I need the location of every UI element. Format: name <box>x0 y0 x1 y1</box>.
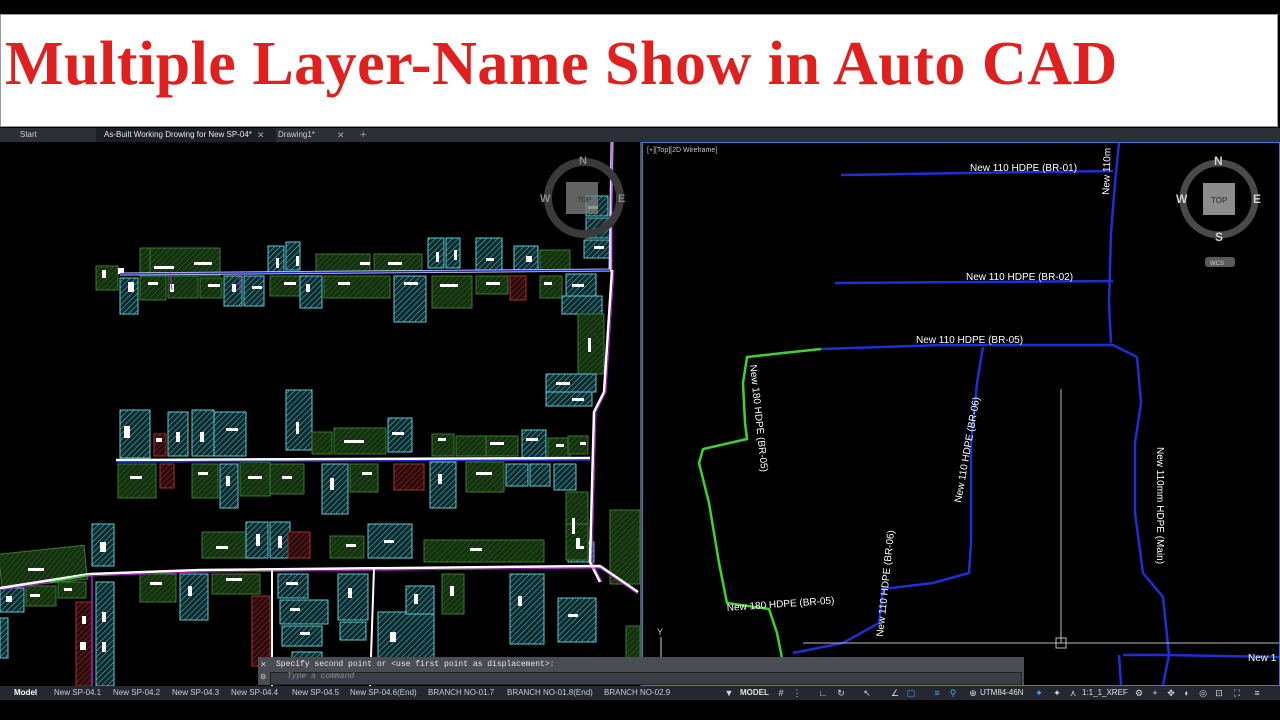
command-line[interactable]: ✕ Specify second point or <use first poi… <box>258 657 1024 685</box>
tab-as-built-drawing[interactable]: As-Built Working Drowing for New SP-04* <box>96 128 276 142</box>
close-icon[interactable]: ✕ <box>337 128 345 142</box>
label-br06-lower: New 110 HDPE (BR-06) <box>875 530 897 638</box>
right-cube-label: TOP <box>1211 196 1227 205</box>
right-compass-n: N <box>1214 154 1223 168</box>
layout-tab[interactable]: New SP-04.1 <box>54 686 101 700</box>
coordinate-system[interactable]: UTM84-46N <box>980 686 1024 700</box>
layout-tab[interactable]: New SP-04.6(End) <box>350 686 417 700</box>
right-compass-w: W <box>1176 192 1188 206</box>
hardware-acceleration-icon[interactable]: ◐ <box>1182 688 1192 698</box>
ortho-icon[interactable]: ∟ <box>818 688 828 698</box>
label-br05-180-bottom: New 180 HDPE (BR-05) <box>726 595 834 613</box>
command-input[interactable]: Type a command <box>270 672 1022 685</box>
new-tab-plus-icon[interactable]: + <box>360 128 366 142</box>
model-space-toggle[interactable]: MODEL <box>740 686 769 700</box>
label-main: New 110mm HDPE (Main) <box>1154 447 1165 564</box>
status-bar: Model New SP-04.1 New SP-04.2 New SP-04.… <box>0 686 1280 700</box>
close-icon[interactable]: ✕ <box>260 660 267 669</box>
left-viewport[interactable]: TOP N W E <box>0 141 641 687</box>
left-compass-e: E <box>618 193 625 205</box>
customize-icon[interactable]: ⚙ <box>260 673 266 681</box>
command-input-placeholder: Type a command <box>287 672 355 681</box>
label-br01: New 110 HDPE (BR-01) <box>970 163 1077 174</box>
right-viewport[interactable]: [+][Top][2D Wireframe] Y New 110 HDPE (B… <box>642 142 1280 686</box>
layout-tab[interactable]: BRANCH NO-01.7 <box>428 686 494 700</box>
left-compass-w: W <box>540 193 551 205</box>
pipe-br05-110 <box>820 343 1138 359</box>
tab-start[interactable]: Start <box>14 128 100 142</box>
customize-menu-icon[interactable]: ≡ <box>1252 688 1262 698</box>
tab-drawing1[interactable]: Drawing1* <box>270 128 358 142</box>
annotation-scale[interactable]: 1:1_1_XREF <box>1082 686 1128 700</box>
layout-tab-model[interactable]: Model <box>14 686 37 700</box>
grid-icon[interactable]: # <box>776 688 786 698</box>
command-history: Specify second point or <use first point… <box>276 660 555 669</box>
right-compass-e: E <box>1253 192 1261 206</box>
wcs-label: WCS <box>1210 261 1224 267</box>
viewport-controls-label[interactable]: [+][Top][2D Wireframe] <box>647 147 717 154</box>
bottom-margin <box>0 700 1280 720</box>
object-snap-icon[interactable]: ▢ <box>906 688 916 698</box>
banner-title: Multiple Layer-Name Show in Auto CAD <box>5 30 1118 98</box>
isolate-objects-icon[interactable]: ◎ <box>1198 688 1208 698</box>
right-compass-s: S <box>1215 230 1223 244</box>
ucs-y-label: Y <box>657 627 663 637</box>
right-viewcube[interactable]: TOP N S W E WCS <box>1176 154 1261 267</box>
snap-icon[interactable]: ⋮ <box>792 688 802 698</box>
layout-menu-icon[interactable]: ▼ <box>724 688 734 698</box>
label-bottom-right: New 1 <box>1248 653 1277 664</box>
title-banner: Multiple Layer-Name Show in Auto CAD <box>0 14 1278 127</box>
annotation-visibility-icon[interactable]: ✦ <box>1034 688 1044 698</box>
close-icon[interactable]: ✕ <box>257 128 265 142</box>
crosshair-cursor <box>803 389 1279 649</box>
layout-tab[interactable]: New SP-04.5 <box>292 686 339 700</box>
building-row-1 <box>95 195 611 407</box>
fullscreen-icon[interactable]: ⛶ <box>1232 688 1242 698</box>
label-br05-180-vertical: New 180 HDPE (BR-05) <box>747 364 769 472</box>
osnap-icon[interactable]: ↖ <box>862 688 872 698</box>
file-tab-bar: Start As-Built Working Drowing for New S… <box>0 128 1280 142</box>
dynamic-ucs-icon[interactable]: ∠ <box>890 688 900 698</box>
left-compass-n: N <box>579 155 587 167</box>
globe-icon[interactable]: ⊕ <box>968 688 978 698</box>
label-br06-upper: New 110 HDPE (BR-06) <box>953 396 982 503</box>
layout-tab[interactable]: BRANCH NO-01.8(End) <box>507 686 593 700</box>
isolate-icon[interactable]: ✥ <box>1166 688 1176 698</box>
clean-screen-icon[interactable]: ⊡ <box>1214 688 1224 698</box>
label-br02: New 110 HDPE (BR-02) <box>966 272 1073 283</box>
right-drawing-canvas: Y New 110 HDPE (BR-01) New 110 HDPE (BR-… <box>657 142 1280 686</box>
tab-drawing1-label: Drawing1* <box>278 130 315 139</box>
layout-tab[interactable]: BRANCH NO-02.9 <box>604 686 670 700</box>
label-top-right: New 110m <box>1101 148 1114 195</box>
layout-tab[interactable]: New SP-04.3 <box>172 686 219 700</box>
tab-start-label: Start <box>20 130 37 139</box>
label-br05-110: New 110 HDPE (BR-05) <box>916 335 1023 346</box>
location-pin-icon[interactable]: ⚲ <box>948 688 958 698</box>
polar-icon[interactable]: ↻ <box>836 688 846 698</box>
left-drawing-canvas: TOP N W E <box>0 141 641 687</box>
tab-as-built-label: As-Built Working Drowing for New SP-04* <box>104 130 252 139</box>
layout-tab[interactable]: New SP-04.4 <box>231 686 278 700</box>
add-icon[interactable]: + <box>1150 688 1160 698</box>
layout-tab[interactable]: New SP-04.2 <box>113 686 160 700</box>
lineweight-icon[interactable]: ≡ <box>932 688 942 698</box>
gear-icon[interactable]: ⚙ <box>1134 688 1144 698</box>
left-cube-label: TOP <box>577 197 592 204</box>
annotation-icon[interactable]: ⋏ <box>1068 688 1078 698</box>
annotation-autoscale-icon[interactable]: ✦ <box>1052 688 1062 698</box>
